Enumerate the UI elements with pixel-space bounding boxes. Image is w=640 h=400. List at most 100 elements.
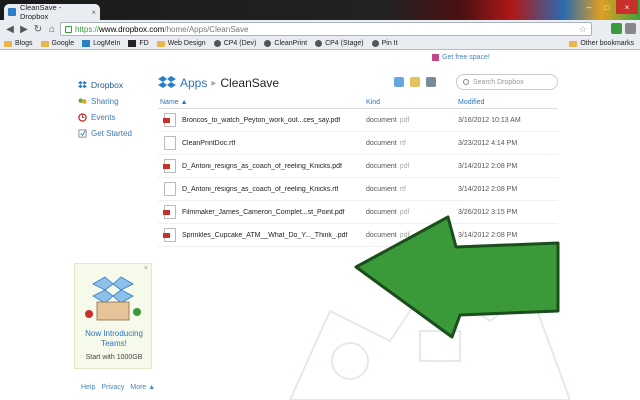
maximize-button[interactable]: □	[598, 0, 616, 14]
bookmark-label: CP4 (Stage)	[325, 40, 364, 47]
folder-actions	[394, 77, 436, 87]
sidebar-item-events[interactable]: Events	[78, 109, 148, 125]
bookmark-item[interactable]: CP4 (Stage)	[315, 40, 364, 47]
extension-icon[interactable]	[611, 23, 622, 34]
table-row[interactable]: D_Antoni_resigns_as_coach_of_reeling_Kni…	[158, 155, 558, 178]
bookmark-item[interactable]: CP4 (Dev)	[213, 40, 257, 47]
table-row[interactable]: CleanPrintDoc.rtf document rtf 3/23/2012 4:…	[158, 132, 558, 155]
other-bookmarks[interactable]: Other bookmarks	[569, 40, 634, 47]
folder-icon	[40, 40, 49, 47]
file-modified: 3/14/2012 2:08 PM	[458, 185, 518, 193]
sidebar-item-dropbox[interactable]: Dropbox	[78, 77, 148, 93]
events-icon	[78, 112, 87, 122]
window-close-button[interactable]: ×	[616, 0, 638, 14]
pdf-file-icon	[163, 159, 176, 173]
file-extension: pdf	[399, 116, 410, 124]
upload-icon[interactable]	[394, 77, 404, 87]
dropbox-logo-icon	[158, 76, 176, 88]
sidebar-item-label: Events	[91, 112, 116, 122]
column-kind-header[interactable]: Kind	[366, 99, 458, 106]
file-name[interactable]: D_Antoni_resigns_as_coach_of_reeling_Kni…	[182, 186, 338, 193]
table-row[interactable]: Broncos_to_watch_Peyton_work_out...ces_s…	[158, 109, 558, 132]
bookmark-label: Google	[51, 40, 75, 47]
footer-privacy-link[interactable]: Privacy	[101, 384, 124, 391]
file-name-cell: Broncos_to_watch_Peyton_work_out...ces_s…	[158, 113, 366, 127]
gift-icon	[432, 54, 439, 61]
table-row[interactable]: D_Antoni_resigns_as_coach_of_reeling_Kni…	[158, 178, 558, 201]
file-extension: rtf	[399, 139, 406, 147]
forward-button[interactable]: ▶	[17, 22, 31, 36]
new-folder-icon[interactable]	[410, 77, 420, 87]
dropbox-page: Dropbox Sharing Events Get Started × Now…	[0, 51, 640, 400]
minimize-button[interactable]: –	[580, 0, 598, 14]
bookmark-item[interactable]: FD	[128, 40, 149, 47]
browser-toolbar: ◀ ▶ ↻ ⌂ https:// www.dropbox.com /home/A…	[0, 20, 640, 38]
file-name[interactable]: D_Antoni_resigns_as_coach_of_reeling_Kni…	[182, 163, 342, 170]
globe-icon	[315, 40, 323, 47]
sidebar-item-label: Sharing	[91, 96, 119, 106]
sidebar-item-sharing[interactable]: Sharing	[78, 93, 148, 109]
bookmark-item[interactable]: CleanPrint	[264, 40, 307, 47]
reload-button[interactable]: ↻	[31, 22, 45, 36]
column-modified-header[interactable]: Modified	[458, 99, 558, 106]
file-kind-cell: document rtf	[366, 186, 458, 193]
file-extension: rtf	[399, 185, 406, 193]
sidebar-item-label: Dropbox	[91, 80, 124, 90]
breadcrumb-separator: ▸	[211, 77, 217, 89]
file-name[interactable]: Broncos_to_watch_Peyton_work_out...ces_s…	[182, 117, 340, 124]
file-name-cell: Filmmaker_James_Cameron_Complet...st_Poi…	[158, 205, 366, 219]
folder-icon	[4, 40, 12, 47]
bookmark-item[interactable]: Web Design	[156, 40, 206, 47]
file-kind-cell: document rtf	[366, 140, 458, 147]
file-name[interactable]: Sprinkles_Cupcake_ATM__What_Do_Y..._Thin…	[182, 232, 348, 239]
bookmark-label: Blogs	[15, 40, 33, 47]
footer-links: Help Privacy More ▲	[81, 384, 155, 391]
bookmark-label: FD	[139, 40, 149, 47]
tab-title: CleanSave - Dropbox	[19, 3, 62, 21]
file-name[interactable]: CleanPrintDoc.rtf	[182, 140, 235, 147]
sidebar-item-get-started[interactable]: Get Started	[78, 125, 148, 141]
browser-titlebar: CleanSave - Dropbox × – □ ×	[0, 0, 640, 21]
footer-more-link[interactable]: More ▲	[130, 384, 155, 391]
footer-help-link[interactable]: Help	[81, 384, 95, 391]
browser-tab[interactable]: CleanSave - Dropbox ×	[4, 3, 100, 21]
pdf-file-icon	[163, 205, 176, 219]
bookmark-item[interactable]: Pin It	[371, 40, 398, 47]
bookmark-item[interactable]: LogMeIn	[82, 40, 120, 47]
wrench-icon[interactable]	[625, 23, 636, 34]
file-name-cell: D_Antoni_resigns_as_coach_of_reeling_Kni…	[158, 159, 366, 173]
sharing-icon	[78, 97, 87, 104]
globe-icon	[213, 40, 221, 47]
dropbox-favicon-icon	[8, 8, 16, 16]
other-bookmarks-label: Other bookmarks	[580, 40, 634, 47]
bookmark-item[interactable]: Google	[40, 40, 75, 47]
bookmark-item[interactable]: Blogs	[4, 40, 33, 47]
teams-promo[interactable]: × Now Introducing Teams! Start with 1000…	[74, 263, 152, 369]
file-kind: document	[366, 116, 397, 124]
file-name-cell: Sprinkles_Cupcake_ATM__What_Do_Y..._Thin…	[158, 228, 366, 242]
file-name-cell: D_Antoni_resigns_as_coach_of_reeling_Kni…	[158, 182, 366, 196]
bookmark-star-icon[interactable]: ☆	[579, 24, 587, 35]
bookmark-label: CP4 (Dev)	[223, 40, 257, 47]
back-button[interactable]: ◀	[3, 22, 17, 36]
pdf-file-icon	[163, 228, 176, 242]
file-kind: document	[366, 139, 397, 147]
document-file-icon	[164, 182, 176, 196]
search-input[interactable]: Search Dropbox	[456, 74, 558, 90]
folder-icon	[569, 40, 578, 47]
get-free-space-link[interactable]: Get free space!	[432, 54, 490, 61]
home-button[interactable]: ⌂	[45, 22, 59, 36]
breadcrumb-apps[interactable]: Apps	[180, 76, 207, 90]
address-bar[interactable]: https:// www.dropbox.com /home/Apps/Clea…	[60, 22, 592, 36]
file-name[interactable]: Filmmaker_James_Cameron_Complet...st_Poi…	[182, 209, 345, 216]
bookmark-label: LogMeIn	[93, 40, 121, 47]
get-started-icon	[78, 128, 87, 138]
promo-close-icon[interactable]: ×	[144, 265, 148, 272]
teams-illustration-icon	[85, 276, 141, 321]
logmein-icon	[82, 40, 91, 47]
sidebar-item-label: Get Started	[91, 128, 132, 138]
share-folder-icon[interactable]	[426, 77, 436, 87]
bookmark-label: Web Design	[167, 40, 206, 47]
column-name-header[interactable]: Name ▲	[158, 99, 366, 106]
tab-close-icon[interactable]: ×	[91, 8, 96, 17]
